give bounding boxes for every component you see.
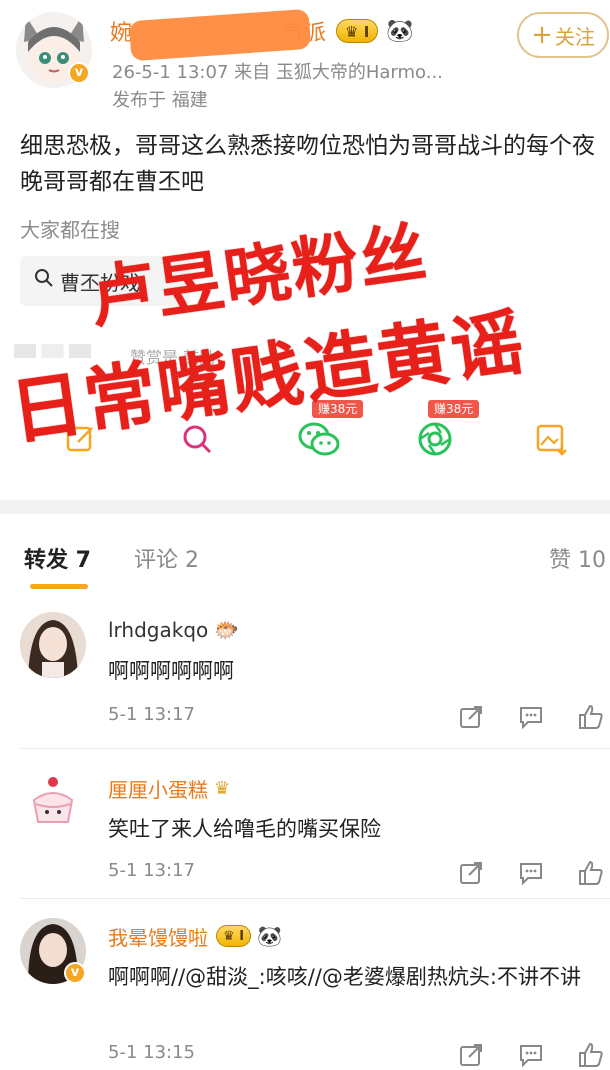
level-badge: ♛ I (216, 925, 252, 947)
wechat-icon (298, 422, 340, 456)
tab-forward[interactable]: 转发 7 (24, 542, 91, 574)
post-location: 发布于 福建 (112, 90, 208, 111)
like-button[interactable] (578, 704, 604, 730)
hot-search-text: 曹丕扮戏 (60, 270, 140, 295)
reply-button[interactable] (518, 860, 544, 886)
comment-time: 5-1 13:17 (108, 704, 195, 725)
level-badge: ♛ I (336, 19, 379, 43)
reward-tip: 赞赏是·鼓励 (130, 348, 216, 367)
tab-like[interactable]: 赞 10 (549, 542, 606, 574)
commenter-name-row: 我晕馒馒啦 ♛ I 🐼 (108, 922, 282, 950)
poster-name-row: 婉气派 ♛ I 🐼 (110, 8, 414, 62)
crown-icon: ♛ (345, 23, 359, 41)
post-meta: 26-5-1 13:07 来自 玉狐大帝的Harmo... (112, 62, 443, 83)
level-badge-text: I (363, 23, 370, 41)
row-separator (20, 748, 610, 749)
fish-emoji-icon: 🐡 (214, 618, 240, 642)
comment-text: 啊啊啊//@甜淡_:咳咳//@老婆爆剧热炕头:不讲不讲 (108, 965, 581, 989)
share-icon (460, 862, 482, 884)
commenter-name[interactable]: 厘厘小蛋糕 (108, 774, 208, 803)
level-badge-text: I (239, 929, 245, 944)
hot-search-chip[interactable]: 曹丕扮戏 (20, 256, 190, 306)
share-icon (460, 1044, 482, 1066)
share-icon (460, 706, 482, 728)
wechat-share-button[interactable] (294, 414, 344, 464)
save-image-button[interactable] (526, 414, 576, 464)
share-button[interactable] (458, 860, 484, 886)
moments-share-button[interactable] (410, 414, 460, 464)
search-icon (34, 268, 54, 294)
comment-text: 啊啊啊啊啊啊 (108, 659, 234, 683)
reply-button[interactable] (518, 1042, 544, 1068)
like-button[interactable] (578, 860, 604, 886)
verified-badge-icon: v (68, 62, 90, 84)
share-row: 赚38元 赚38元 (0, 400, 610, 480)
row-separator (20, 898, 610, 899)
crown-icon: ♛ (214, 777, 231, 799)
like-button[interactable] (578, 1042, 604, 1068)
comment-time: 5-1 13:17 (108, 860, 195, 881)
commenter-name[interactable]: 我晕馒馒啦 (108, 922, 208, 951)
edit-share-button[interactable] (56, 414, 106, 464)
crown-icon: ♛ (223, 929, 235, 944)
edit-icon (66, 426, 93, 452)
search-icon (183, 425, 212, 454)
panda-icon: 🐼 (386, 18, 414, 44)
comment-icon (520, 863, 542, 885)
panda-icon: 🐼 (257, 924, 282, 948)
search-share-button[interactable] (172, 414, 222, 464)
moments-icon (418, 422, 452, 456)
plus-icon: + (531, 20, 553, 50)
thumbs-up-icon (579, 704, 603, 729)
image-download-icon (536, 424, 567, 456)
comment-icon (520, 707, 542, 729)
poster-username[interactable]: 婉气派 (110, 8, 326, 62)
commenter-name[interactable]: lrhdgakqo (108, 618, 208, 642)
weibo-post: v 婉气派 ♛ I 🐼 + 关注 26-5-1 13:07 来自 玉狐大帝的Ha… (0, 0, 610, 500)
thumbs-up-icon (579, 1042, 603, 1067)
post-content: 细思恐极，哥哥这么熟悉接吻位恐怕为哥哥战斗的每个夜晚哥哥都在曹丕吧 (20, 133, 595, 195)
thumbs-up-icon (579, 860, 603, 885)
comment-actions (424, 1042, 604, 1068)
comment-text: 笑吐了来人给噜毛的嘴买保险 (108, 817, 381, 841)
commenter-name-row: lrhdgakqo 🐡 (108, 616, 239, 644)
commenter-avatar[interactable] (20, 612, 86, 678)
interaction-tabs: 转发 7 评论 2 赞 10 (0, 514, 610, 592)
share-button[interactable] (458, 704, 484, 730)
reward-avatars (14, 344, 124, 358)
share-button[interactable] (458, 1042, 484, 1068)
section-divider (0, 500, 610, 514)
follow-label: 关注 (554, 24, 595, 49)
commenter-name-row: 厘厘小蛋糕 ♛ (108, 774, 230, 802)
comment-actions (424, 704, 604, 730)
tab-comment[interactable]: 评论 2 (134, 542, 199, 574)
comment-icon (520, 1045, 542, 1067)
verified-badge-icon: v (64, 962, 86, 984)
active-tab-indicator (30, 584, 88, 589)
follow-button[interactable]: + 关注 (517, 12, 609, 58)
comment-time: 5-1 13:15 (108, 1042, 195, 1063)
comment-actions (424, 860, 604, 886)
hot-search-label: 大家都在搜 (20, 218, 120, 242)
redaction-mark (128, 8, 312, 62)
commenter-avatar[interactable] (20, 770, 86, 836)
reply-button[interactable] (518, 704, 544, 730)
